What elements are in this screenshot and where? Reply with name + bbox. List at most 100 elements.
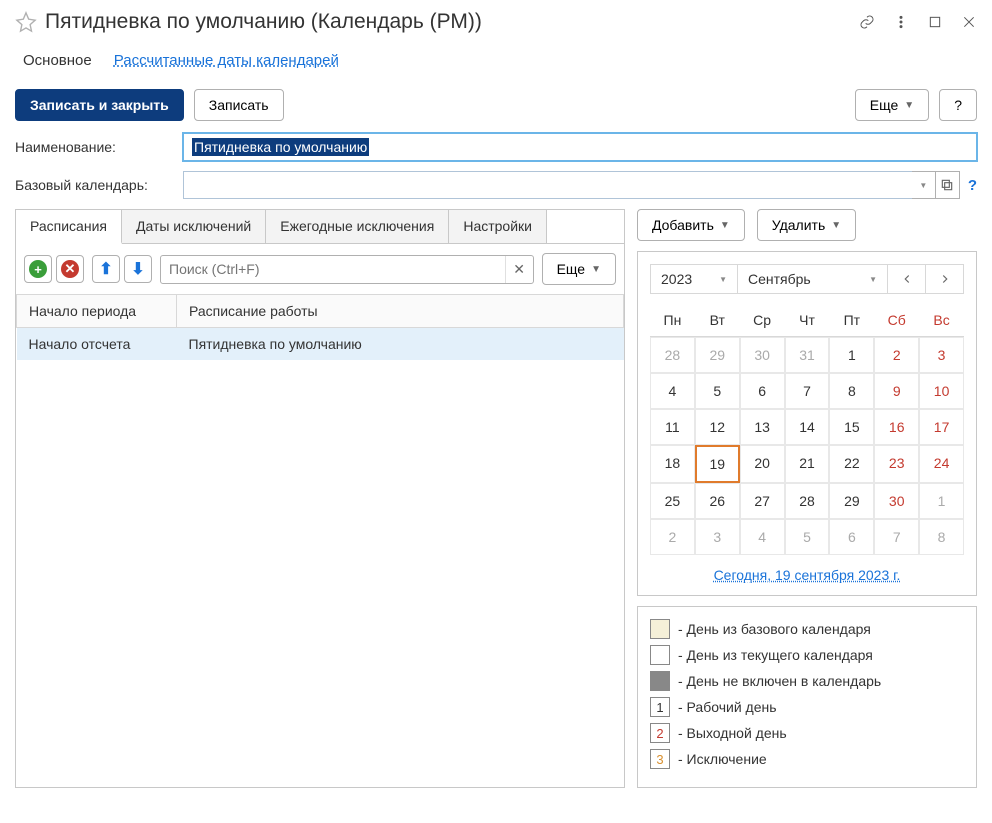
calendar-day[interactable]: 22: [829, 445, 874, 483]
left-pane: Расписания Даты исключений Ежегодные иск…: [15, 209, 625, 788]
tab-schedules[interactable]: Расписания: [16, 210, 122, 244]
calendar-day[interactable]: 12: [695, 409, 740, 445]
calendar-day[interactable]: 8: [919, 519, 964, 555]
delete-row-button[interactable]: ✕: [56, 255, 84, 283]
calendar-day[interactable]: 7: [785, 373, 830, 409]
calendar-day[interactable]: 29: [695, 337, 740, 373]
calendar-day[interactable]: 7: [874, 519, 919, 555]
calendar-day[interactable]: 28: [650, 337, 695, 373]
table-row[interactable]: Начало отсчета Пятидневка по умолчанию: [17, 328, 624, 361]
calendar-day[interactable]: 6: [829, 519, 874, 555]
delete-button[interactable]: Удалить▼: [757, 209, 856, 241]
help-button[interactable]: ?: [939, 89, 977, 121]
legend-swatch-excluded: [650, 671, 670, 691]
calendar-day[interactable]: 25: [650, 483, 695, 519]
base-calendar-row: Базовый календарь: ▼ ?: [15, 171, 977, 199]
calendar-day[interactable]: 3: [695, 519, 740, 555]
save-button[interactable]: Записать: [194, 89, 284, 121]
calendar-day[interactable]: 5: [785, 519, 830, 555]
legend-label: - День из базового календаря: [678, 621, 871, 637]
col-schedule[interactable]: Расписание работы: [177, 295, 624, 328]
calendar-day[interactable]: 8: [829, 373, 874, 409]
tabs: Расписания Даты исключений Ежегодные иск…: [16, 210, 624, 244]
move-down-button[interactable]: ⬇: [124, 255, 152, 283]
calendar-day[interactable]: 14: [785, 409, 830, 445]
search-input[interactable]: [161, 256, 505, 282]
save-and-close-button[interactable]: Записать и закрыть: [15, 89, 184, 121]
calendar-day[interactable]: 11: [650, 409, 695, 445]
calendar-day[interactable]: 21: [785, 445, 830, 483]
chevron-down-icon: ▼: [831, 220, 841, 231]
nav-main[interactable]: Основное: [23, 52, 92, 69]
calendar-day[interactable]: 10: [919, 373, 964, 409]
calendar-day[interactable]: 26: [695, 483, 740, 519]
favorite-star-icon[interactable]: [15, 11, 37, 33]
calendar-dow: Ср: [740, 304, 785, 337]
calendar-day[interactable]: 15: [829, 409, 874, 445]
add-row-button[interactable]: +: [24, 255, 52, 283]
today-link[interactable]: Сегодня, 19 сентября 2023 г.: [650, 567, 964, 583]
calendar-day[interactable]: 4: [650, 373, 695, 409]
calendar-day[interactable]: 6: [740, 373, 785, 409]
calendar-day[interactable]: 19: [695, 445, 740, 483]
calendar-day[interactable]: 30: [740, 337, 785, 373]
year-selector[interactable]: 2023▼: [650, 264, 738, 294]
calendar-day[interactable]: 27: [740, 483, 785, 519]
legend-swatch-base: [650, 619, 670, 639]
month-selector[interactable]: Сентябрь▼: [738, 264, 888, 294]
field-help-icon[interactable]: ?: [968, 177, 977, 194]
window-title: Пятидневка по умолчанию (Календарь (РМ)): [45, 10, 851, 34]
calendar-day[interactable]: 20: [740, 445, 785, 483]
maximize-icon[interactable]: [927, 14, 943, 30]
base-calendar-label: Базовый календарь:: [15, 177, 183, 193]
kebab-menu-icon[interactable]: [893, 14, 909, 30]
chevron-down-icon: ▼: [719, 275, 727, 284]
move-up-button[interactable]: ⬆: [92, 255, 120, 283]
calendar-day[interactable]: 28: [785, 483, 830, 519]
base-calendar-input[interactable]: [183, 171, 912, 199]
col-start-period[interactable]: Начало периода: [17, 295, 177, 328]
calendar: 2023▼ Сентябрь▼ ПнВтСрЧтПтСбВс2829303112…: [637, 251, 977, 596]
calendar-day[interactable]: 18: [650, 445, 695, 483]
tab-yearly-exceptions[interactable]: Ежегодные исключения: [266, 210, 449, 243]
calendar-day[interactable]: 1: [919, 483, 964, 519]
legend-swatch-holiday: 2: [650, 723, 670, 743]
calendar-day[interactable]: 31: [785, 337, 830, 373]
sub-toolbar: + ✕ ⬆ ⬇ ✕ Еще▼: [16, 244, 624, 294]
calendar-day[interactable]: 16: [874, 409, 919, 445]
calendar-day[interactable]: 2: [650, 519, 695, 555]
schedules-table: Начало периода Расписание работы Начало …: [16, 294, 624, 360]
link-icon[interactable]: [859, 14, 875, 30]
nav-row: Основное Рассчитанные даты календарей: [15, 46, 977, 75]
right-toolbar: Добавить▼ Удалить▼: [637, 209, 977, 241]
calendar-day[interactable]: 13: [740, 409, 785, 445]
calendar-day[interactable]: 29: [829, 483, 874, 519]
name-input[interactable]: Пятидневка по умолчанию: [183, 133, 977, 161]
calendar-day[interactable]: 4: [740, 519, 785, 555]
legend-label: - День из текущего календаря: [678, 647, 873, 663]
calendar-day[interactable]: 17: [919, 409, 964, 445]
calendar-day[interactable]: 23: [874, 445, 919, 483]
more-button[interactable]: Еще▼: [855, 89, 929, 121]
prev-month-button[interactable]: [888, 264, 926, 294]
calendar-day[interactable]: 24: [919, 445, 964, 483]
next-month-button[interactable]: [926, 264, 964, 294]
calendar-day[interactable]: 30: [874, 483, 919, 519]
sub-more-button[interactable]: Еще▼: [542, 253, 616, 285]
tab-exception-dates[interactable]: Даты исключений: [122, 210, 266, 243]
open-button[interactable]: [936, 171, 960, 199]
calendar-day[interactable]: 1: [829, 337, 874, 373]
calendar-day[interactable]: 9: [874, 373, 919, 409]
calendar-day[interactable]: 5: [695, 373, 740, 409]
calendar-day[interactable]: 2: [874, 337, 919, 373]
calendar-day[interactable]: 3: [919, 337, 964, 373]
tab-settings[interactable]: Настройки: [449, 210, 547, 243]
chevron-down-icon: ▼: [869, 275, 877, 284]
add-button[interactable]: Добавить▼: [637, 209, 745, 241]
legend-label: - Рабочий день: [678, 699, 777, 715]
calendar-dow: Пт: [829, 304, 874, 337]
nav-calculated-dates[interactable]: Рассчитанные даты календарей: [114, 52, 339, 69]
close-icon[interactable]: [961, 14, 977, 30]
clear-search-button[interactable]: ✕: [505, 256, 533, 283]
dropdown-button[interactable]: ▼: [912, 171, 936, 199]
